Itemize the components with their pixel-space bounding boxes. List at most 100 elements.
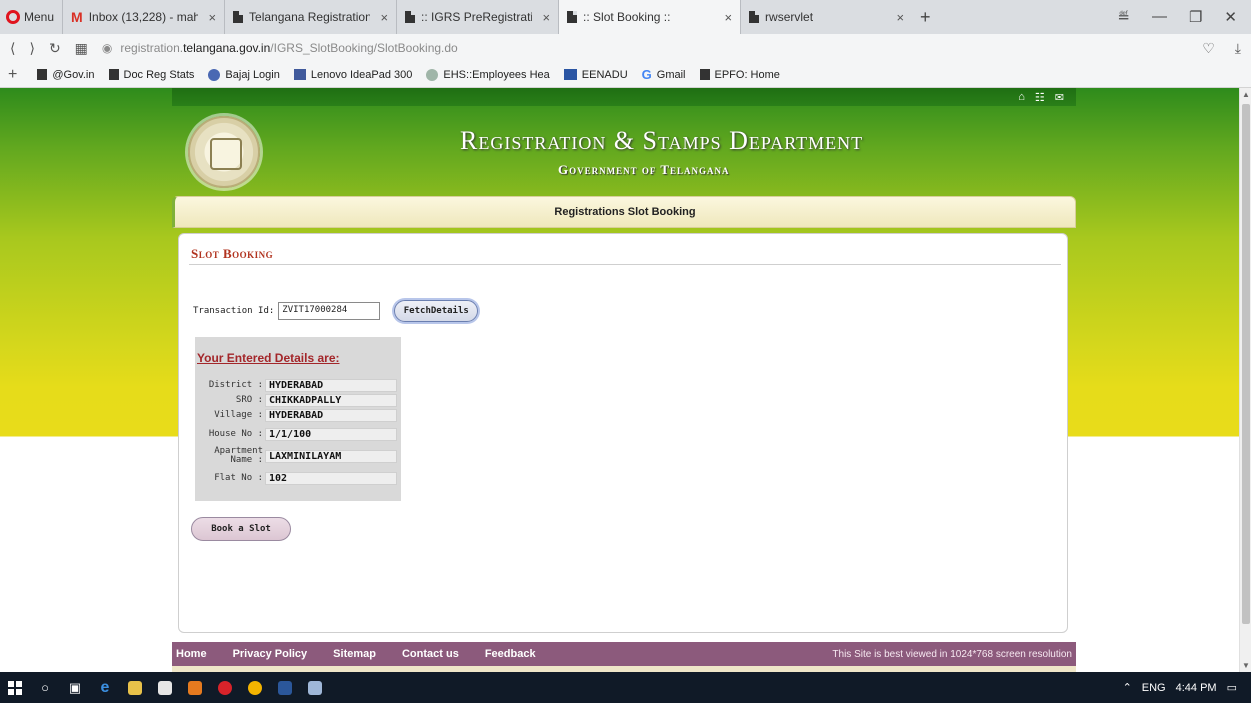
task-view-icon[interactable]: ▣ (60, 672, 90, 703)
search-icon[interactable]: ○ (30, 672, 60, 703)
close-tab-icon[interactable]: × (380, 10, 388, 25)
close-tab-icon[interactable]: × (896, 10, 904, 25)
heart-icon[interactable]: ♡ (1202, 40, 1215, 57)
bookmark-gov-in[interactable]: @Gov.in (37, 69, 95, 81)
transaction-id-input[interactable]: ZVIT17000284 (278, 302, 381, 320)
resolution-note: This Site is best viewed in 1024*768 scr… (832, 648, 1072, 660)
footer-link-privacy[interactable]: Privacy Policy (233, 648, 308, 660)
home-icon[interactable]: ⌂ (1018, 91, 1025, 103)
tab-title: Telangana Registration (249, 10, 371, 24)
detail-label: House No : (208, 428, 263, 439)
bookmark-gmail[interactable]: G Gmail (642, 67, 686, 82)
detail-row-house-no: House No : 1/1/100 (195, 427, 401, 441)
speed-dial-icon[interactable]: ▦ (75, 40, 88, 57)
windows-logo-icon (8, 680, 22, 695)
browser-menu-button[interactable]: Menu (0, 0, 62, 34)
download-icon[interactable]: ⤓ (1235, 40, 1241, 57)
media-player-icon[interactable] (180, 672, 210, 703)
close-tab-icon[interactable]: × (542, 10, 550, 25)
detail-label: SRO : (235, 394, 263, 405)
menu-label: Menu (24, 10, 55, 24)
transaction-row: Transaction Id: ZVIT17000284 FetchDetail… (193, 300, 479, 322)
document-favicon-icon (749, 11, 760, 23)
url-field[interactable]: ◉ registration.telangana.gov.in/IGRS_Slo… (102, 37, 1188, 59)
tab-title: :: IGRS PreRegistration :: (421, 10, 532, 24)
bookmark-eenadu[interactable]: EENADU (563, 69, 628, 81)
address-bar-actions: ♡ ⤓ (1202, 40, 1241, 57)
sitemap-icon[interactable]: ☷ (1035, 91, 1045, 104)
bookmark-bajaj-login[interactable]: Bajaj Login (208, 68, 280, 81)
close-window-icon[interactable]: ✕ (1224, 8, 1237, 26)
new-tab-button[interactable]: + (912, 7, 939, 28)
telangana-emblem-logo (188, 116, 260, 188)
mail-icon[interactable]: ✉ (1055, 91, 1064, 104)
tab-title: rwservlet (765, 10, 814, 24)
eenadu-icon (563, 69, 577, 80)
bookmark-epfo[interactable]: EPFO: Home (699, 69, 780, 81)
close-tab-icon[interactable]: × (724, 10, 732, 25)
footer-link-home[interactable]: Home (176, 648, 207, 660)
document-favicon-icon (405, 11, 416, 23)
tab-slot-booking[interactable]: :: Slot Booking :: × (558, 0, 741, 34)
edge-icon[interactable]: e (90, 672, 120, 703)
start-button[interactable] (0, 672, 30, 703)
page-scrollbar[interactable]: ▲ ▼ (1239, 88, 1251, 672)
slot-booking-panel: Slot Booking Transaction Id: ZVIT1700028… (178, 233, 1068, 633)
forward-icon[interactable]: ⟩ (29, 40, 34, 57)
notepad-icon[interactable] (300, 672, 330, 703)
bookmark-label: Gmail (656, 68, 686, 81)
gmail-favicon-icon: M (71, 9, 83, 25)
footer-bar: Home Privacy Policy Sitemap Contact us F… (172, 642, 1076, 666)
url-path: /IGRS_SlotBooking/SlotBooking.do (270, 41, 458, 55)
detail-row-district: District : HYDERABAD (195, 378, 401, 392)
word-icon[interactable] (270, 672, 300, 703)
address-bar: ⟨ ⟩ ↻ ▦ ◉ registration.telangana.gov.in/… (0, 34, 1251, 62)
tab-igrs-preregistration[interactable]: :: IGRS PreRegistration :: × (396, 0, 558, 34)
restore-icon[interactable]: ❐ (1189, 8, 1202, 26)
document-favicon-icon (233, 11, 244, 23)
detail-value: 1/1/100 (265, 427, 397, 441)
bookmark-label: EHS::Employees Hea (443, 68, 550, 81)
doc-icon (699, 69, 710, 80)
notifications-icon[interactable]: ▭ (1227, 681, 1237, 694)
detail-label: Apartment Name : (214, 446, 263, 465)
file-explorer-icon[interactable] (120, 672, 150, 703)
detail-value: CHIKKADPALLY (265, 393, 397, 407)
nav-bar: Registrations Slot Booking (172, 196, 1076, 228)
back-icon[interactable]: ⟨ (10, 40, 15, 57)
minimize-icon[interactable]: — (1152, 8, 1167, 26)
store-icon[interactable] (150, 672, 180, 703)
document-favicon-icon (567, 11, 578, 23)
language-indicator[interactable]: ENG (1142, 682, 1166, 694)
chrome-icon[interactable] (240, 672, 270, 703)
entered-details-box: Your Entered Details are: District : HYD… (195, 337, 401, 501)
opera-icon[interactable] (210, 672, 240, 703)
scroll-down-icon[interactable]: ▼ (1240, 661, 1251, 670)
ehs-icon (426, 68, 439, 81)
clock[interactable]: 4:44 PM (1176, 682, 1217, 694)
bookmark-doc-reg-stats[interactable]: Doc Reg Stats (108, 69, 194, 81)
department-subtitle: Government of Telangana (558, 162, 730, 177)
tab-rwservlet[interactable]: rwservlet × (740, 0, 912, 34)
tray-chevron-icon[interactable]: ⌃ (1123, 681, 1132, 694)
system-tray: ⌃ ENG 4:44 PM ▭ (1123, 681, 1251, 695)
reload-icon[interactable]: ↻ (49, 40, 61, 57)
bookmark-ehs[interactable]: EHS::Employees Hea (426, 68, 550, 81)
bookmark-lenovo[interactable]: Lenovo IdeaPad 300 (293, 69, 412, 81)
tab-telangana-registration[interactable]: Telangana Registration × (224, 0, 396, 34)
bookmark-label: Bajaj Login (225, 68, 280, 81)
fetch-details-button[interactable]: FetchDetails (394, 300, 479, 322)
doc-icon (108, 69, 119, 80)
footer-link-contact[interactable]: Contact us (402, 648, 459, 660)
footer-link-feedback[interactable]: Feedback (485, 648, 536, 660)
close-tab-icon[interactable]: × (208, 10, 216, 25)
tab-menu-icon[interactable]: ≝ (1117, 8, 1130, 26)
scroll-up-icon[interactable]: ▲ (1240, 90, 1251, 99)
browser-tab-bar: Menu M Inbox (13,228) - mahankal × Telan… (0, 0, 1251, 34)
footer-link-sitemap[interactable]: Sitemap (333, 648, 376, 660)
add-bookmark-icon[interactable]: + (8, 66, 17, 84)
opera-logo-icon (6, 10, 20, 24)
book-a-slot-button[interactable]: Book a Slot (191, 517, 291, 541)
tab-gmail[interactable]: M Inbox (13,228) - mahankal × (62, 0, 224, 34)
scrollbar-thumb[interactable] (1242, 104, 1250, 624)
